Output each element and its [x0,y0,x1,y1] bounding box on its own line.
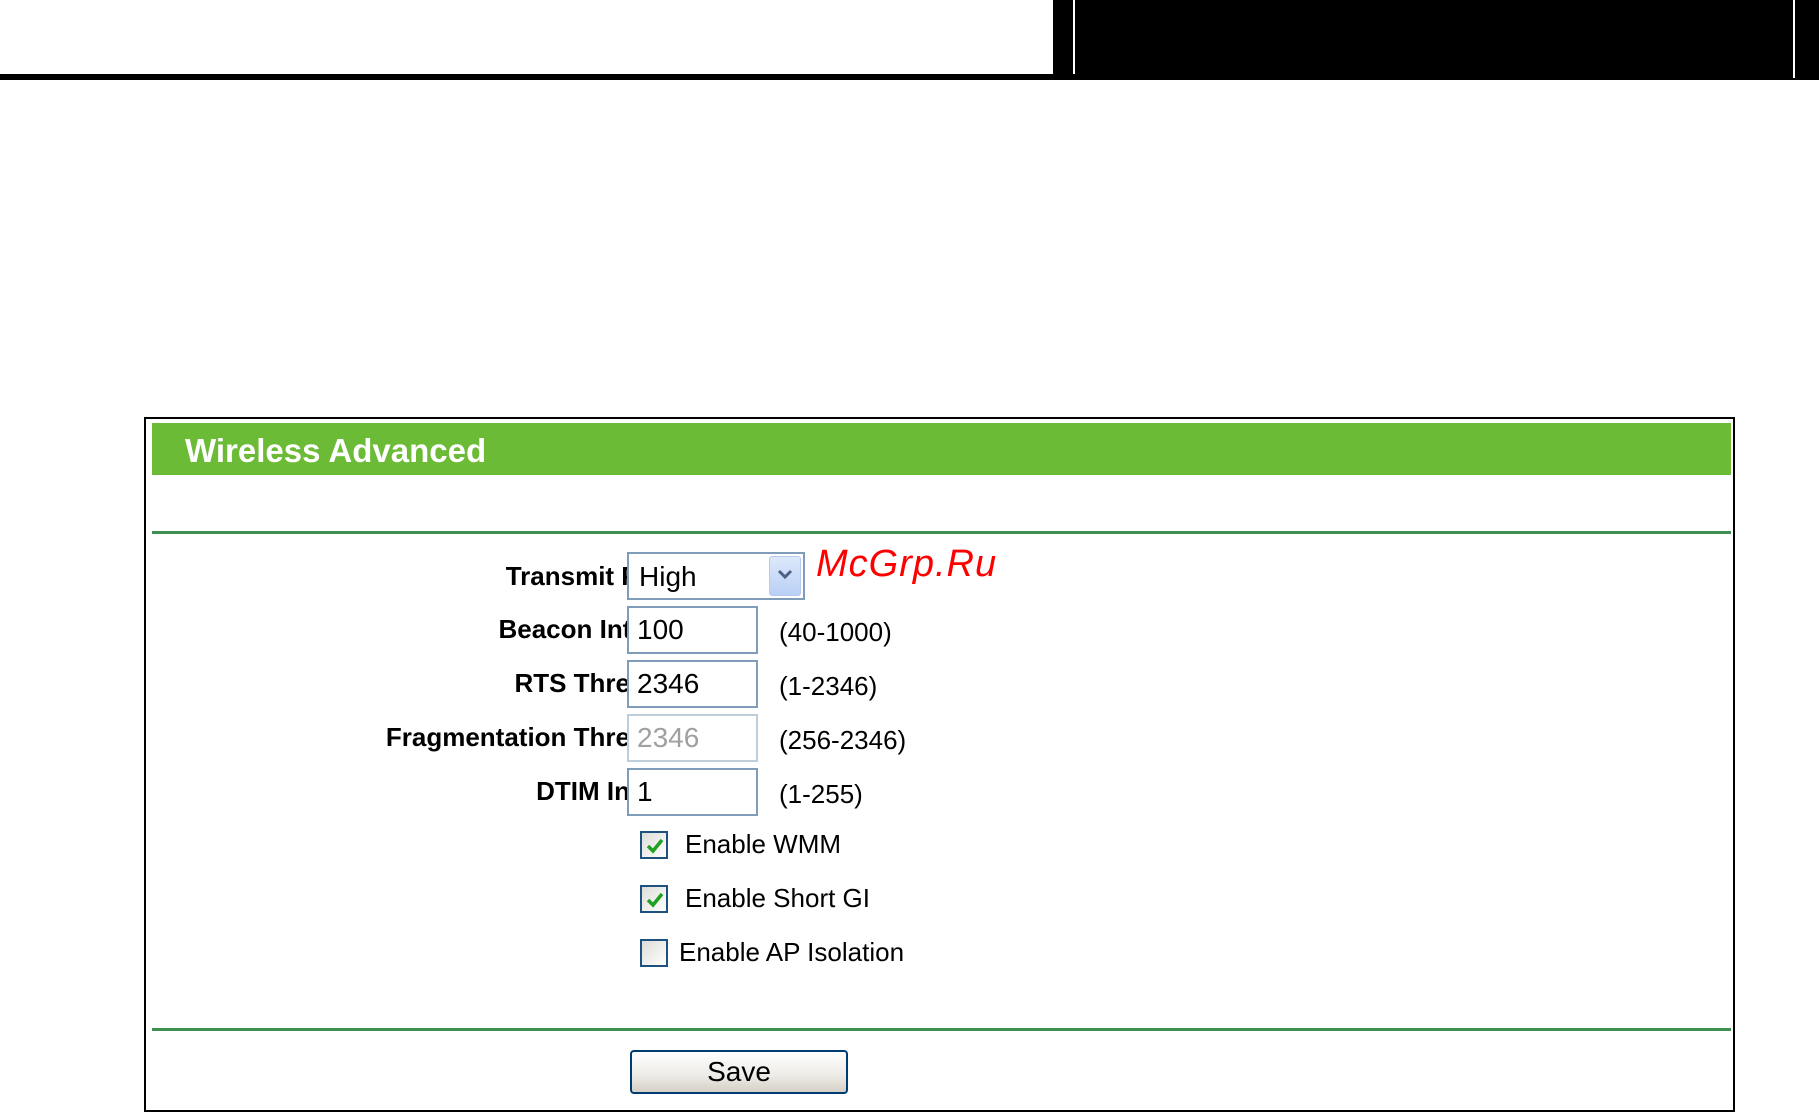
watermark: McGrp.Ru [816,543,998,585]
chevron-down-icon [777,569,793,580]
save-button[interactable]: Save [630,1050,848,1094]
document-header-divider-right [1793,0,1795,78]
transmit-power-selected-value: High [639,561,697,592]
beacon-interval-input[interactable] [627,606,758,654]
enable-ap-isolation-label[interactable]: Enable AP Isolation [679,937,904,968]
document-header [0,0,1050,74]
enable-wmm-label[interactable]: Enable WMM [685,829,841,860]
rts-threshold-range: (1-2346) [779,671,878,701]
section-divider-bottom [152,1028,1731,1031]
fragmentation-threshold-range: (256-2346) [779,725,907,755]
document-header-divider [1053,0,1075,74]
document-header-black-block [1053,0,1819,80]
dtim-interval-input[interactable] [627,768,758,816]
transmit-power-select[interactable]: High [627,552,805,600]
panel-content: Wireless Advanced Transmit Power: High M… [152,423,1731,1106]
checkmark-icon [646,892,664,908]
page-title: Wireless Advanced [185,432,487,469]
enable-short-gi-checkbox[interactable] [640,885,668,913]
dtim-interval-range: (1-255) [779,779,863,809]
fragmentation-threshold-input[interactable] [627,714,758,762]
beacon-interval-range: (40-1000) [779,617,892,647]
panel-title-bar: Wireless Advanced [152,423,1731,475]
dropdown-arrow-button[interactable] [769,556,801,596]
section-divider-top [152,531,1731,534]
rts-threshold-input[interactable] [627,660,758,708]
enable-ap-isolation-checkbox[interactable] [640,939,668,967]
wireless-advanced-panel: Wireless Advanced Transmit Power: High M… [144,417,1735,1112]
enable-short-gi-label[interactable]: Enable Short GI [685,883,870,914]
checkmark-icon [646,838,664,854]
enable-wmm-checkbox[interactable] [640,831,668,859]
